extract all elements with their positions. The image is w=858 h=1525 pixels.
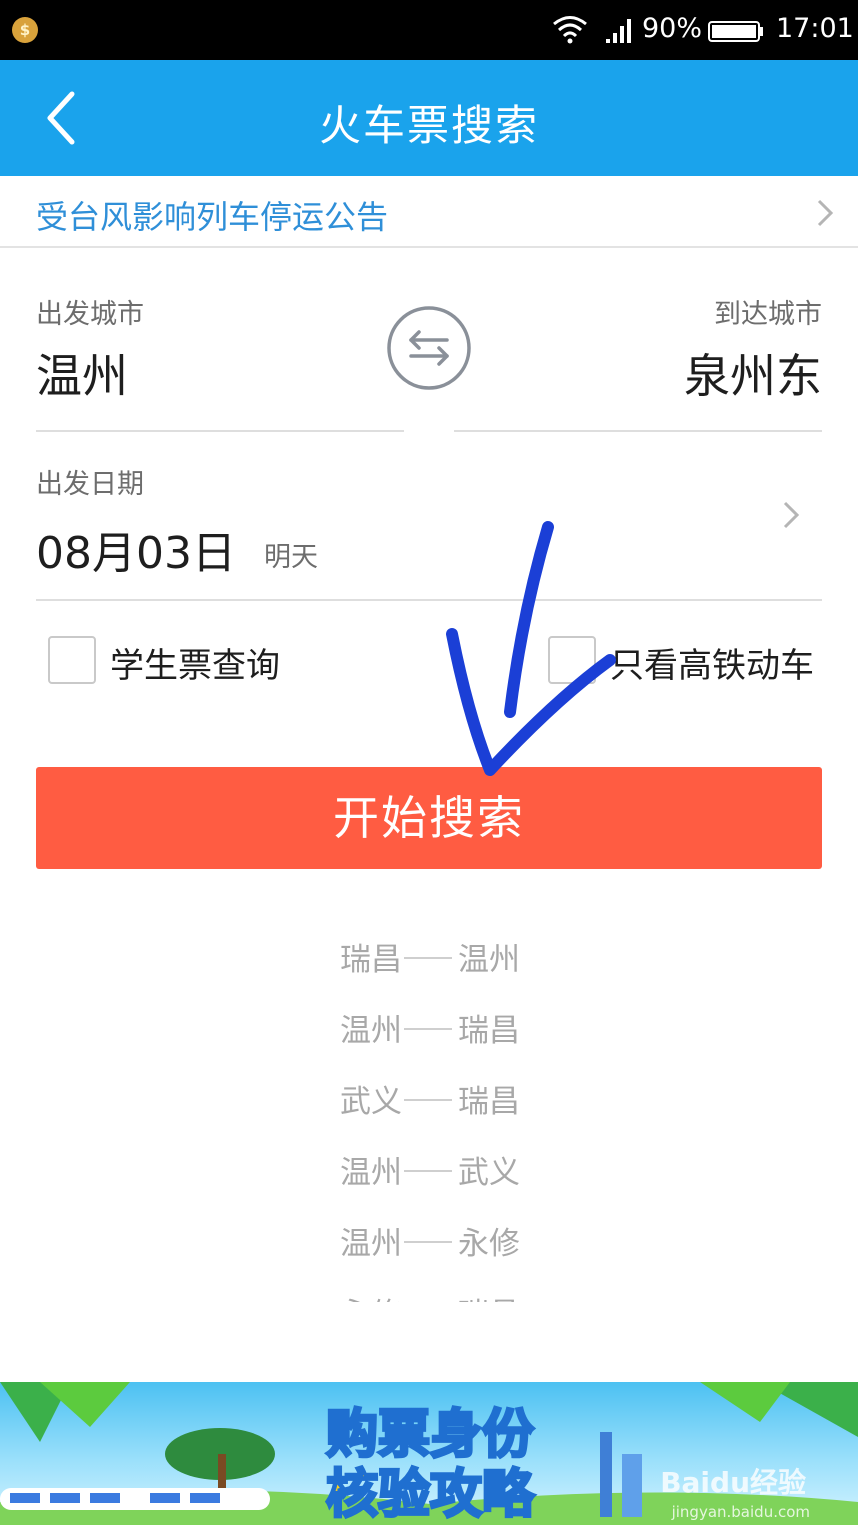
history-from: 温州 <box>340 1155 402 1191</box>
gd-only-label: 只看高铁动车 <box>610 646 814 686</box>
battery-percent: 90% <box>642 13 703 44</box>
from-city-divider <box>36 430 404 432</box>
history-dash <box>404 1099 452 1101</box>
date-selector[interactable]: 08月03日 明天 <box>36 505 822 585</box>
chevron-right-icon <box>783 501 800 529</box>
gd-only-checkbox[interactable] <box>548 636 596 684</box>
wifi-icon <box>553 16 587 44</box>
app-notification-icon: $ <box>12 17 38 43</box>
signal-icon <box>606 19 631 43</box>
from-city-label: 出发城市 <box>36 299 144 330</box>
to-city-label: 到达城市 <box>714 299 822 330</box>
history-item[interactable]: 温州 武义 <box>0 1143 858 1193</box>
to-city-divider <box>454 430 822 432</box>
history-to: 瑞昌 <box>458 1013 520 1049</box>
history-dash <box>404 1170 452 1172</box>
watermark-url: jingyan.baidu.com <box>671 1503 810 1521</box>
to-city[interactable]: 泉州东 <box>684 340 822 406</box>
history-to: 瑞昌 <box>458 1289 520 1302</box>
history-from: 永修 <box>340 1289 402 1302</box>
swap-cities-button[interactable] <box>386 305 472 391</box>
search-button[interactable]: 开始搜索 <box>36 767 822 869</box>
status-bar: $ 90% 17:01 <box>0 0 858 60</box>
history-to: 永修 <box>458 1226 520 1262</box>
history-to: 温州 <box>458 942 520 978</box>
page-title: 火车票搜索 <box>318 101 539 150</box>
history-from: 武义 <box>340 1084 402 1120</box>
typhoon-notice-link[interactable]: 受台风影响列车停运公告 <box>0 176 858 248</box>
banner-line-2: 核验攻略 <box>324 1464 535 1525</box>
history-item[interactable]: 武义 瑞昌 <box>0 1072 858 1122</box>
history-dash <box>404 1028 452 1030</box>
date-value: 08月03日 <box>36 528 236 579</box>
battery-icon <box>708 21 763 42</box>
history-to: 瑞昌 <box>458 1084 520 1120</box>
promo-banner[interactable]: 购票身份 核验攻略 Baidu经验 jingyan.baidu.com <box>0 1382 858 1525</box>
history-from: 温州 <box>340 1226 402 1262</box>
date-label: 出发日期 <box>36 469 144 500</box>
history-dash <box>404 957 452 959</box>
student-ticket-checkbox[interactable] <box>48 636 96 684</box>
history-from: 瑞昌 <box>340 942 402 978</box>
watermark-brand: Baidu经验 <box>660 1466 806 1499</box>
history-dash <box>404 1241 452 1243</box>
history-item[interactable]: 永修 瑞昌 <box>0 1285 858 1302</box>
title-bar: 火车票搜索 <box>0 60 858 176</box>
search-history-list: 瑞昌 温州 温州 瑞昌 武义 瑞昌 温州 武义 温州 永修 永修 瑞昌 <box>0 930 858 1302</box>
history-to: 武义 <box>458 1155 520 1191</box>
history-item[interactable]: 温州 永修 <box>0 1214 858 1264</box>
date-divider <box>36 599 822 601</box>
student-ticket-label: 学生票查询 <box>110 646 280 686</box>
history-item[interactable]: 温州 瑞昌 <box>0 1001 858 1051</box>
clock: 17:01 <box>776 13 854 44</box>
history-from: 温州 <box>340 1013 402 1049</box>
history-item[interactable]: 瑞昌 温州 <box>0 930 858 980</box>
notice-text: 受台风影响列车停运公告 <box>36 198 389 236</box>
chevron-right-icon <box>817 199 834 227</box>
date-hint: 明天 <box>264 542 318 573</box>
from-city[interactable]: 温州 <box>36 340 128 406</box>
